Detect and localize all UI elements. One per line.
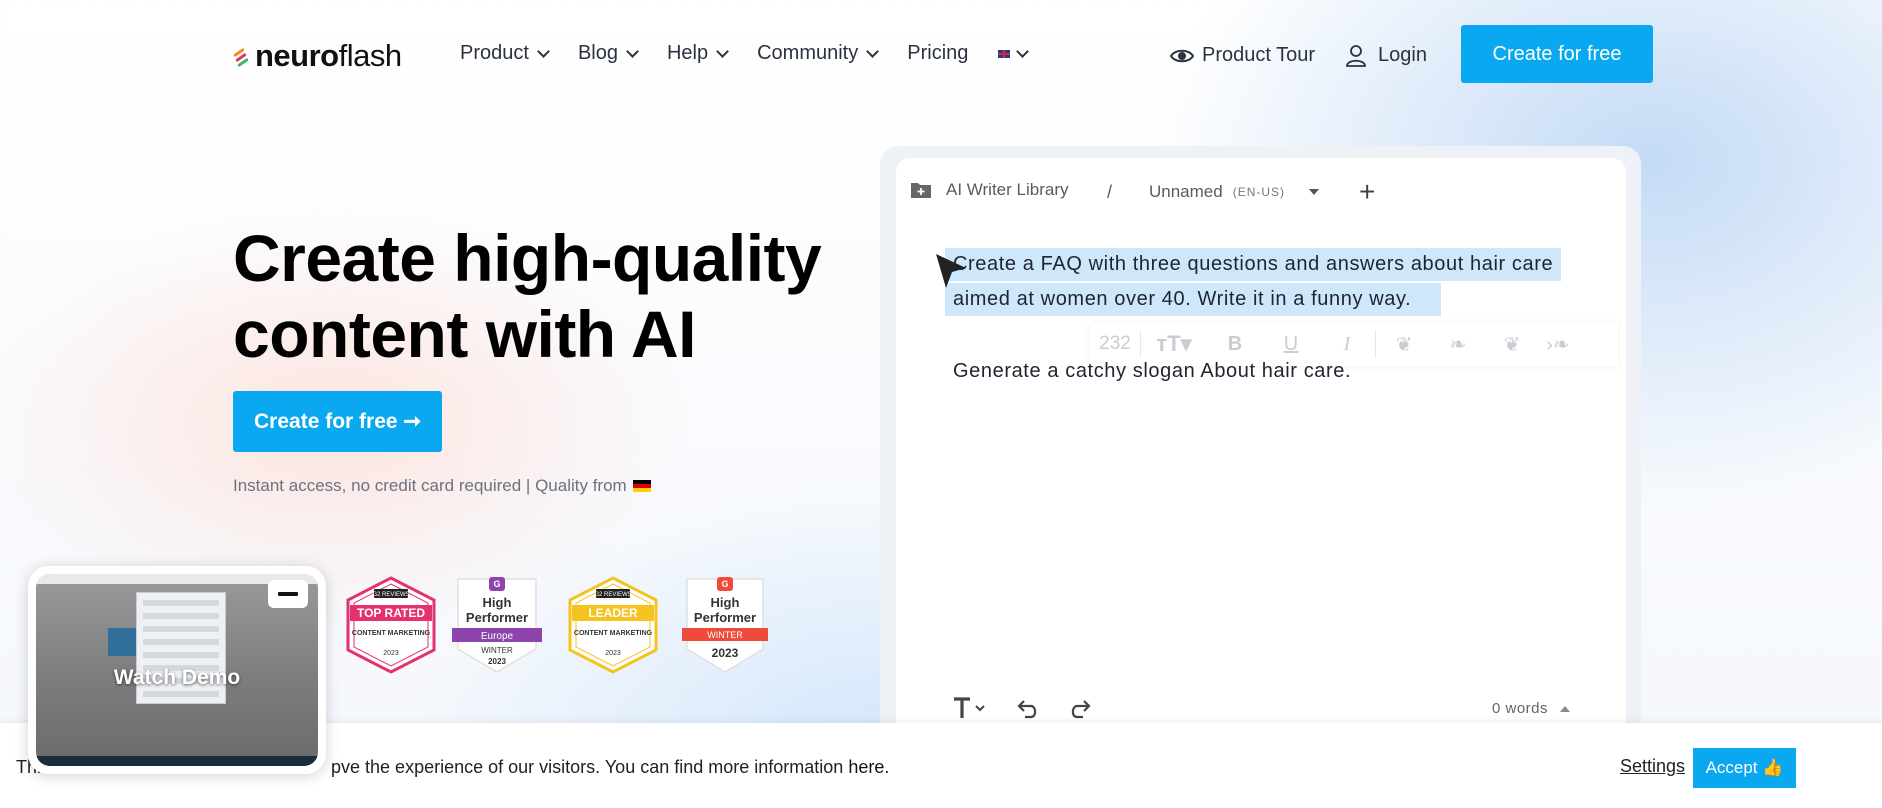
chevron-down-icon xyxy=(537,44,550,58)
chevron-down-icon xyxy=(716,44,729,58)
badge-ribbon: WINTER xyxy=(707,630,743,640)
badge-year: 2023 xyxy=(712,646,739,660)
chevron-down-icon xyxy=(1016,44,1030,58)
hero-title-line-1: Create high-quality xyxy=(233,221,822,295)
word-count[interactable]: 0 words xyxy=(1492,700,1571,717)
ai-shorten-icon[interactable]: ❦ xyxy=(1484,322,1540,366)
prompt-line-2[interactable]: aimed at women over 40. Write it in a fu… xyxy=(945,283,1442,316)
menu-item-blog[interactable]: Blog xyxy=(577,42,639,65)
badge-year: 2023 xyxy=(488,657,506,666)
menu-item-label: Blog xyxy=(577,42,618,64)
hero-title-line-2: content with AI xyxy=(233,297,697,371)
chevron-down-icon xyxy=(866,44,880,58)
badge-subtitle: CONTENT MARKETING xyxy=(352,630,431,637)
badge-year: 2023 xyxy=(383,650,399,657)
main-menu: Product Blog Help Community Pricing xyxy=(460,42,1030,65)
badge-high-performer-europe: G High Performer Europe WINTER 2023 xyxy=(452,577,542,673)
ai-writer-library-link[interactable]: AI Writer Library xyxy=(910,180,1069,200)
badge-high-performer-winter: G High Performer WINTER 2023 xyxy=(682,577,768,673)
badge-title: TOP RATED xyxy=(357,606,425,620)
hero-subtitle-text: Instant access, no credit card required … xyxy=(233,476,627,495)
cookie-settings-link[interactable]: Settings xyxy=(1620,756,1685,777)
eye-icon xyxy=(1170,49,1194,62)
prompt-line-1[interactable]: Create a FAQ with three questions and an… xyxy=(945,248,1562,281)
watch-demo-video[interactable]: Watch Demo xyxy=(28,566,326,774)
menu-item-help[interactable]: Help xyxy=(666,42,729,65)
minimize-icon[interactable] xyxy=(268,580,308,608)
menu-item-label: Product xyxy=(460,42,529,64)
editor-bottom-toolbar xyxy=(952,696,1092,720)
chevron-down-icon xyxy=(626,44,639,58)
top-navigation: neuroflash Product Blog Help Community P… xyxy=(0,0,1882,108)
badge-title-line-1: High xyxy=(711,595,740,610)
cookie-text-end: . xyxy=(884,757,890,777)
menu-item-community[interactable]: Community xyxy=(757,42,880,65)
neuroflash-logo[interactable]: neuroflash xyxy=(233,38,402,74)
badge-leader: G2 REVIEWS LEADER CONTENT MARKETING 2023 xyxy=(568,576,658,674)
logo-text: neuroflash xyxy=(255,38,402,73)
more-ai-icon[interactable]: ›❧ xyxy=(1540,322,1576,366)
library-label: AI Writer Library xyxy=(946,180,1069,199)
menu-item-label: Help xyxy=(666,42,709,64)
ai-rewrite-icon[interactable]: ❦ xyxy=(1376,322,1432,366)
badge-title: LEADER xyxy=(588,606,638,620)
prompt-2[interactable]: Generate a catchy slogan About hair care… xyxy=(953,360,1351,383)
product-tour-label: Product Tour xyxy=(1202,44,1316,66)
badge-year: 2023 xyxy=(605,650,621,657)
badge-brand: G2 REVIEWS xyxy=(372,592,409,598)
language-selector[interactable] xyxy=(998,44,1030,58)
redo-icon[interactable] xyxy=(1068,697,1092,719)
caret-down-icon xyxy=(1309,189,1320,195)
product-tour-link[interactable]: Product Tour xyxy=(1170,44,1315,67)
user-icon xyxy=(1346,44,1366,67)
svg-text:G: G xyxy=(721,579,728,589)
cookie-accept-button[interactable]: Accept 👍 xyxy=(1693,748,1796,788)
hero-create-for-free-button[interactable]: Create for free ➞ xyxy=(233,391,442,452)
menu-item-label: Community xyxy=(757,42,859,64)
caret-up-icon xyxy=(1560,705,1571,712)
badge-ribbon: Europe xyxy=(481,631,514,642)
svg-text:G: G xyxy=(493,579,500,589)
badge-title-line-2: Performer xyxy=(694,610,756,625)
badge-brand: G2 REVIEWS xyxy=(594,592,631,598)
text-format-icon[interactable] xyxy=(952,696,988,720)
german-flag-icon xyxy=(632,479,651,493)
undo-icon[interactable] xyxy=(1016,697,1040,719)
badge-title-line-1: High xyxy=(483,595,512,610)
login-link[interactable]: Login xyxy=(1346,44,1427,67)
hero-subtitle: Instant access, no credit card required … xyxy=(233,476,651,496)
document-name: Unnamed xyxy=(1149,182,1223,201)
menu-item-product[interactable]: Product xyxy=(460,42,550,65)
document-selector[interactable]: Unnamed (EN-US) xyxy=(1149,182,1320,202)
nav-create-for-free-button[interactable]: Create for free xyxy=(1461,25,1653,83)
hero-title: Create high-quality content with AI xyxy=(233,220,853,372)
watch-demo-label: Watch Demo xyxy=(113,666,241,689)
badge-subtitle: CONTENT MARKETING xyxy=(574,630,653,637)
cookie-text-mid: pve the experience of our visitors. You … xyxy=(331,757,849,777)
document-language: (EN-US) xyxy=(1232,185,1286,199)
uk-flag-icon xyxy=(998,49,1011,58)
badge-title-line-2: Performer xyxy=(466,610,528,625)
login-label: Login xyxy=(1378,44,1427,66)
folder-icon xyxy=(911,183,931,198)
mouse-pointer-icon xyxy=(936,254,966,288)
cookie-more-info-link[interactable]: here xyxy=(848,757,884,777)
ai-expand-icon[interactable]: ❧ xyxy=(1432,322,1484,366)
menu-item-pricing[interactable]: Pricing xyxy=(907,42,968,65)
menu-item-label: Pricing xyxy=(907,42,969,64)
logo-mark-icon xyxy=(233,47,251,68)
plus-icon[interactable]: + xyxy=(1359,176,1375,208)
badge-top-rated: G2 REVIEWS TOP RATED CONTENT MARKETING 2… xyxy=(346,576,436,674)
word-count-label: 0 words xyxy=(1492,700,1549,717)
badge-season: WINTER xyxy=(481,646,513,655)
breadcrumb-separator: / xyxy=(1107,182,1113,202)
